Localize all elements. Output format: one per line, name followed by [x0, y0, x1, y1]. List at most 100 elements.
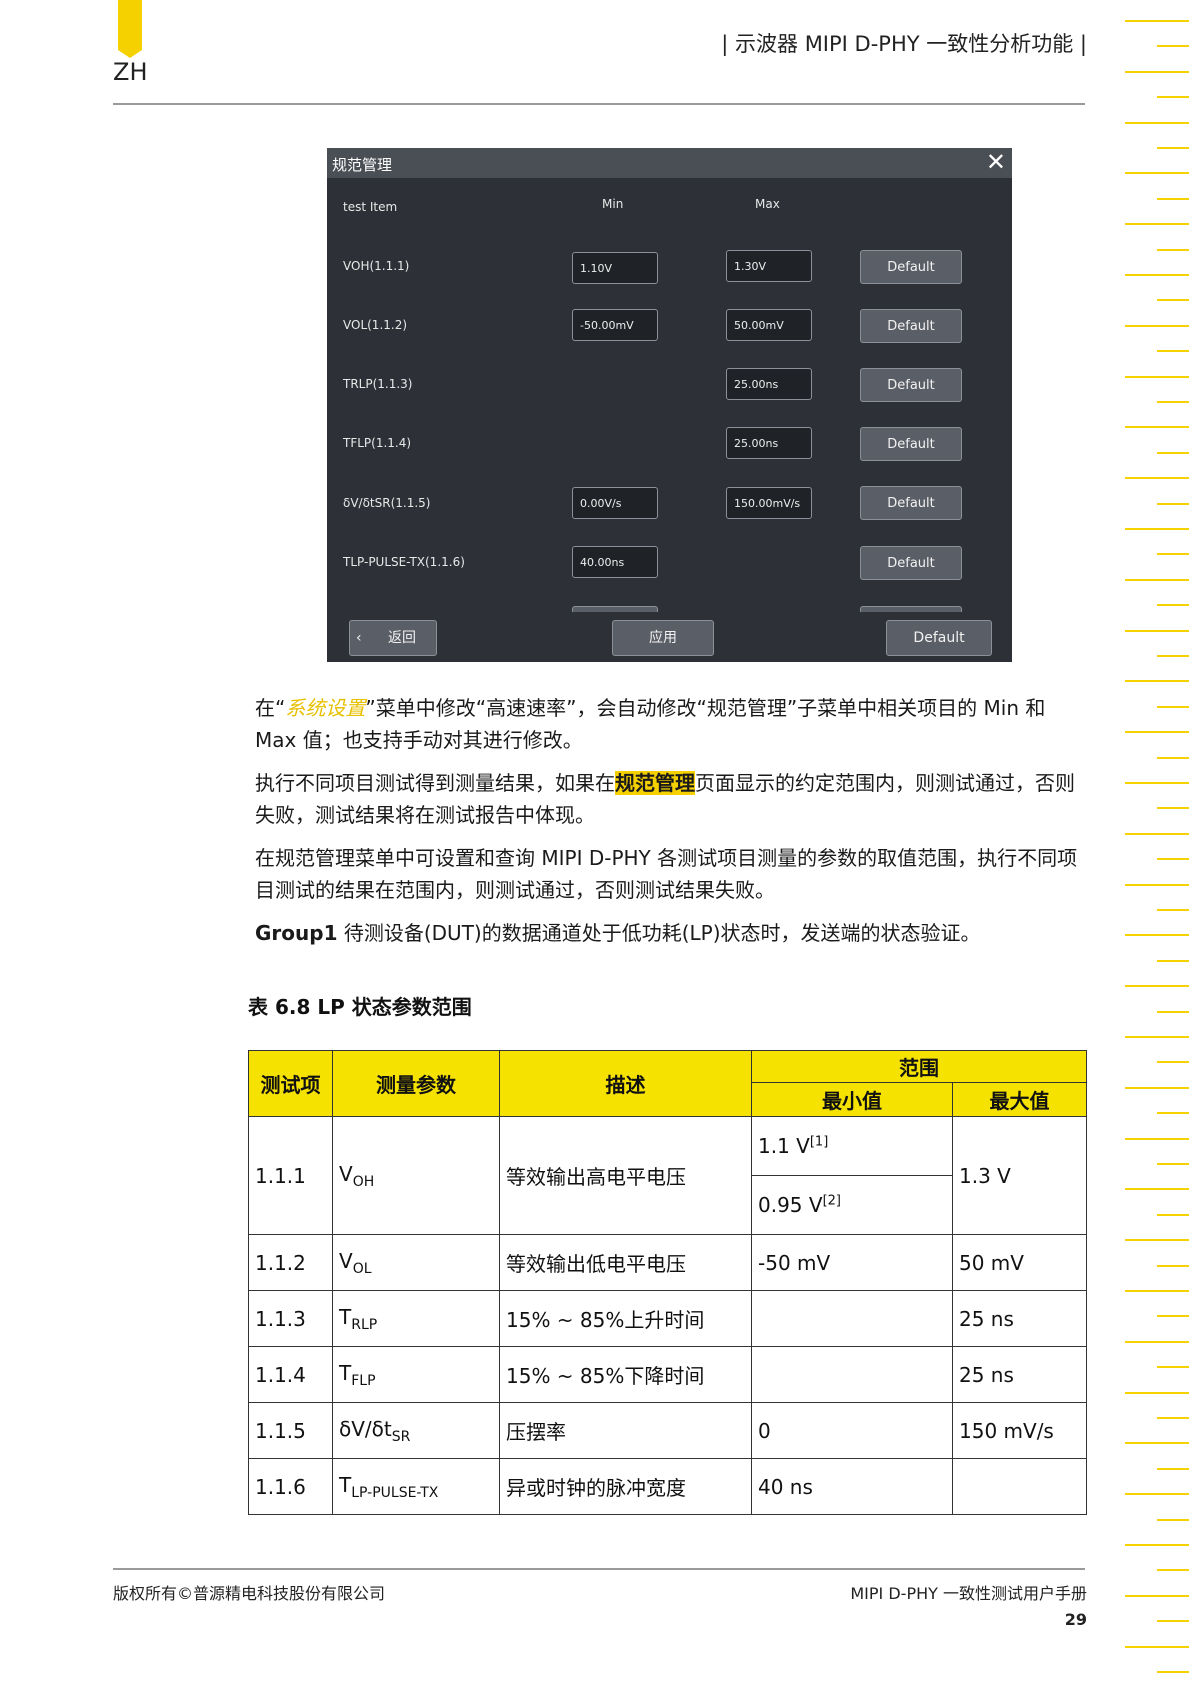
- edge-dash: [1157, 45, 1189, 47]
- edge-dash: [1157, 1214, 1189, 1216]
- scroll-clipped-input: [572, 606, 658, 612]
- edge-dash: [1125, 20, 1189, 22]
- vol-min-input[interactable]: -50.00mV: [572, 309, 658, 341]
- col-header-test-item: test Item: [343, 200, 398, 214]
- edge-dash: [1157, 1417, 1189, 1419]
- edge-dash: [1125, 934, 1189, 936]
- header-desc: 描述: [499, 1050, 752, 1117]
- edge-dash: [1157, 960, 1189, 962]
- edge-dash: [1157, 401, 1189, 403]
- vol-max-input[interactable]: 50.00mV: [726, 309, 812, 341]
- table-cell-desc: 等效输出低电平电压: [499, 1234, 752, 1291]
- slew-rate-default-button[interactable]: Default: [860, 486, 962, 520]
- table-cell-param: TLP-PULSE-TX: [332, 1458, 500, 1515]
- edge-dash: [1157, 1112, 1189, 1114]
- tflp-max-input[interactable]: 25.00ns: [726, 427, 812, 459]
- edge-dash: [1125, 579, 1189, 581]
- table-cell-min: 0: [751, 1402, 953, 1459]
- edge-dash: [1125, 477, 1189, 479]
- edge-dash: [1125, 1188, 1189, 1190]
- edge-dash: [1157, 553, 1189, 555]
- edge-dash: [1157, 503, 1189, 505]
- slew-rate-max-input[interactable]: 150.00mV/s: [726, 487, 812, 519]
- edge-dash: [1125, 122, 1189, 124]
- table-cell-max: [952, 1458, 1087, 1515]
- table-cell-desc: 异或时钟的脉冲宽度: [499, 1458, 752, 1515]
- back-button[interactable]: ‹ 返回: [349, 620, 437, 656]
- table-cell-item: 1.1.5: [248, 1402, 333, 1459]
- edge-dash: [1125, 1290, 1189, 1292]
- row-label-voh: VOH(1.1.1): [343, 259, 410, 273]
- edge-dash: [1125, 1239, 1189, 1241]
- edge-dash: [1157, 1671, 1189, 1673]
- edge-dash: [1157, 452, 1189, 454]
- trlp-max-input[interactable]: 25.00ns: [726, 368, 812, 400]
- table-cell-item: 1.1.4: [248, 1346, 333, 1403]
- edge-dash: [1125, 1595, 1189, 1597]
- table-cell-max: 25 ns: [952, 1290, 1087, 1347]
- page-number: 29: [1064, 1610, 1087, 1629]
- system-settings-link[interactable]: 系统设置: [285, 696, 365, 720]
- edge-dash: [1125, 1138, 1189, 1140]
- close-icon[interactable]: ✕: [986, 150, 1006, 174]
- lp-state-param-table: 测试项 测量参数 描述 范围 最小值 最大值 1.1.1 VOH 等效输出高电平…: [248, 1050, 1087, 1515]
- edge-dash: [1125, 172, 1189, 174]
- tflp-default-button[interactable]: Default: [860, 427, 962, 461]
- table-cell-min: 1.1 V[1]: [751, 1116, 953, 1176]
- edge-dash: [1157, 1315, 1189, 1317]
- header-param: 测量参数: [332, 1050, 500, 1117]
- p2-text-a: 执行不同项目测试得到测量结果，如果在: [255, 771, 615, 795]
- edge-dash: [1125, 1392, 1189, 1394]
- edge-dash: [1125, 1341, 1189, 1343]
- edge-dash: [1157, 1061, 1189, 1063]
- voh-min-input[interactable]: 1.10V: [572, 252, 658, 284]
- table-cell-item: 1.1.1: [248, 1116, 333, 1235]
- document-title: | 示波器 MIPI D-PHY 一致性分析功能 |: [721, 32, 1087, 56]
- slew-rate-min-input[interactable]: 0.00V/s: [572, 487, 658, 519]
- edge-dash: [1125, 680, 1189, 682]
- vol-default-button[interactable]: Default: [860, 309, 962, 343]
- table-cell-param: TRLP: [332, 1290, 500, 1347]
- edge-dash: [1157, 147, 1189, 149]
- edge-dash: [1157, 1366, 1189, 1368]
- table-caption: 表 6.8 LP 状态参数范围: [248, 995, 472, 1019]
- table-cell-param: δV/δtSR: [332, 1402, 500, 1459]
- edge-dash: [1125, 1493, 1189, 1495]
- edge-dash: [1125, 985, 1189, 987]
- row-label-tflp: TFLP(1.1.4): [343, 436, 412, 450]
- edge-dash: [1157, 350, 1189, 352]
- edge-dash: [1125, 731, 1189, 733]
- edge-dash: [1157, 757, 1189, 759]
- default-all-button[interactable]: Default: [886, 620, 992, 656]
- edge-dash: [1125, 274, 1189, 276]
- tlp-pulse-min-input[interactable]: 40.00ns: [572, 546, 658, 578]
- edge-dash: [1157, 807, 1189, 809]
- table-cell-param: VOH: [332, 1116, 500, 1235]
- edge-dash: [1157, 909, 1189, 911]
- table-cell-desc: 15% ~ 85%下降时间: [499, 1346, 752, 1403]
- paragraph-group1: Group1 待测设备(DUT)的数据通道处于低功耗(LP)状态时，发送端的状态…: [255, 917, 1087, 949]
- p1-text-a: 在“: [255, 696, 286, 720]
- apply-button[interactable]: 应用: [612, 620, 714, 656]
- edge-dash: [1125, 1544, 1189, 1546]
- p1-text-b: ”菜单中修改“高速速率”，会自动修改“规范管理”子菜单中相关项目的 Min 和 …: [255, 696, 1046, 752]
- edge-dash: [1157, 1468, 1189, 1470]
- spec-management-dialog: 规范管理 ✕ test Item Min Max VOH(1.1.1) 1.10…: [327, 148, 1012, 662]
- voh-default-button[interactable]: Default: [860, 250, 962, 284]
- edge-dash: [1157, 1265, 1189, 1267]
- header-test-item: 测试项: [248, 1050, 333, 1117]
- tlp-pulse-default-button[interactable]: Default: [860, 546, 962, 580]
- edge-dash: [1157, 198, 1189, 200]
- table-cell-min: 40 ns: [751, 1458, 953, 1515]
- table-cell-max: 50 mV: [952, 1234, 1087, 1291]
- edge-dash: [1157, 1163, 1189, 1165]
- voh-max-input[interactable]: 1.30V: [726, 250, 812, 282]
- dialog-header: 规范管理 ✕: [327, 148, 1012, 178]
- edge-dash: [1157, 858, 1189, 860]
- row-label-slew-rate: δV/δtSR(1.1.5): [343, 496, 431, 510]
- edge-dash: [1157, 604, 1189, 606]
- trlp-default-button[interactable]: Default: [860, 368, 962, 402]
- edge-dash: [1125, 884, 1189, 886]
- row-label-vol: VOL(1.1.2): [343, 318, 408, 332]
- edge-dash: [1125, 1442, 1189, 1444]
